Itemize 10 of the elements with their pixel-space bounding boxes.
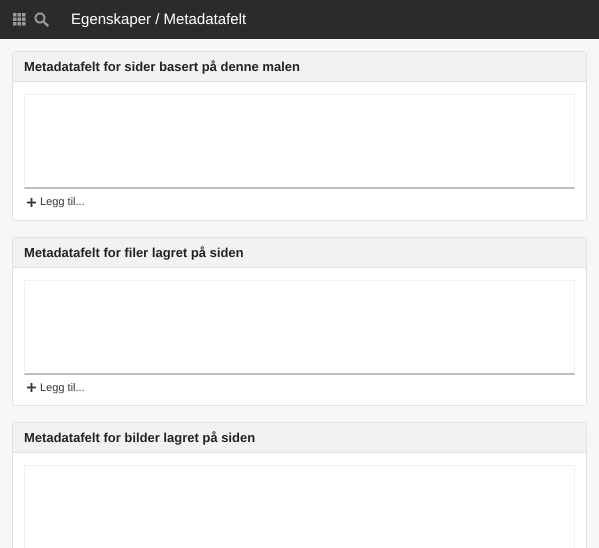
panel-title: Metadatafelt for filer lagret på siden [24, 244, 244, 260]
apps-grid-icon[interactable] [13, 13, 26, 26]
search-icon[interactable] [34, 12, 49, 27]
plus-icon [27, 198, 36, 206]
plus-icon [27, 383, 36, 392]
page-title: Egenskaper / Metadatafelt [71, 11, 246, 28]
add-link[interactable]: Legg til... [27, 196, 85, 208]
panel-title: Metadatafelt for sider basert på denne malen [24, 59, 300, 74]
add-link[interactable]: Legg til... [27, 382, 85, 394]
panel-title: Metadatafelt for bilder lagret på siden [24, 430, 256, 445]
